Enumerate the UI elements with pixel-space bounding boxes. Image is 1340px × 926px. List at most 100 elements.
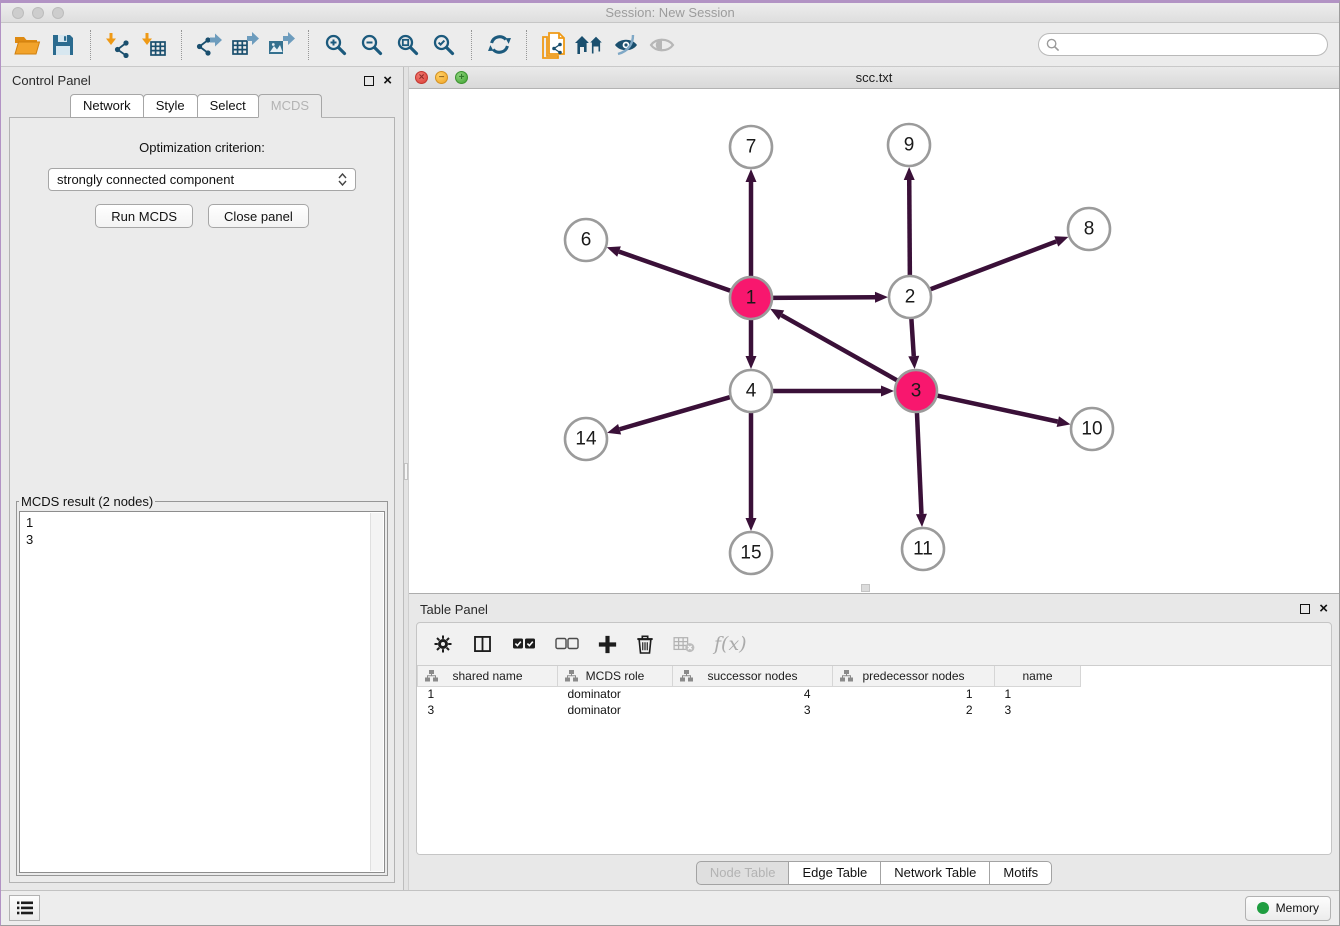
graph-edge-2-9[interactable] bbox=[909, 180, 910, 279]
open-session-button[interactable] bbox=[9, 29, 45, 61]
network-canvas[interactable]: 7968124314101511 bbox=[409, 89, 1339, 593]
column-header-successor-nodes[interactable]: successor nodes bbox=[673, 666, 833, 686]
graph-edge-1-6[interactable] bbox=[619, 252, 734, 292]
graph-edge-4-14[interactable] bbox=[620, 396, 734, 429]
status-bar: Memory bbox=[1, 890, 1339, 925]
tab-select[interactable]: Select bbox=[197, 94, 259, 118]
result-scrollbar[interactable] bbox=[370, 513, 383, 871]
float-panel-button[interactable] bbox=[364, 76, 374, 86]
zoom-in-button[interactable] bbox=[318, 29, 354, 61]
zoom-fit-button[interactable] bbox=[390, 29, 426, 61]
settings-gear-icon[interactable] bbox=[433, 634, 453, 654]
tab-network[interactable]: Network bbox=[70, 94, 144, 118]
run-mcds-button[interactable]: Run MCDS bbox=[95, 204, 193, 228]
first-neighbors-button[interactable] bbox=[572, 29, 608, 61]
tab-style[interactable]: Style bbox=[143, 94, 198, 118]
table-cell[interactable]: 4 bbox=[673, 686, 833, 702]
graph-edge-1-2[interactable] bbox=[769, 297, 875, 298]
graph-edge-arrow bbox=[607, 246, 621, 256]
save-session-button[interactable] bbox=[45, 29, 81, 61]
memory-button[interactable]: Memory bbox=[1245, 896, 1331, 921]
new-network-from-selection-button[interactable] bbox=[536, 29, 572, 61]
float-table-panel-button[interactable] bbox=[1300, 604, 1310, 614]
graph-edge-2-3[interactable] bbox=[911, 315, 914, 356]
tab-mcds[interactable]: MCDS bbox=[258, 94, 322, 118]
control-panel-header: Control Panel × bbox=[1, 67, 403, 94]
tab-node-table[interactable]: Node Table bbox=[696, 861, 790, 885]
tab-motifs[interactable]: Motifs bbox=[989, 861, 1052, 885]
graph-node-label-3: 3 bbox=[911, 381, 922, 402]
mcds-panel: Optimization criterion: strongly connect… bbox=[9, 117, 395, 883]
control-panel-tabs: Network Style Select MCDS bbox=[1, 94, 403, 118]
delete-table-icon[interactable] bbox=[673, 635, 695, 653]
graph-edge-arrow bbox=[904, 167, 915, 180]
export-image-button[interactable] bbox=[263, 29, 299, 61]
close-table-panel-button[interactable]: × bbox=[1319, 604, 1328, 614]
column-header-shared-name[interactable]: shared name bbox=[418, 666, 558, 686]
show-all-button[interactable] bbox=[644, 29, 680, 61]
split-columns-icon[interactable] bbox=[472, 634, 493, 654]
unselect-all-columns-icon[interactable] bbox=[555, 637, 579, 651]
import-table-button[interactable] bbox=[136, 29, 172, 61]
graph-edge-arrow bbox=[908, 356, 919, 369]
table-cell[interactable]: dominator bbox=[558, 686, 673, 702]
export-table-button[interactable] bbox=[227, 29, 263, 61]
add-column-icon[interactable] bbox=[598, 635, 617, 654]
graph-edge-arrow bbox=[746, 356, 757, 369]
task-history-button[interactable] bbox=[9, 895, 40, 921]
list-icon bbox=[16, 900, 34, 916]
apply-layout-button[interactable] bbox=[481, 29, 517, 61]
table-cell[interactable]: 2 bbox=[833, 702, 995, 718]
search-input[interactable] bbox=[1060, 37, 1320, 53]
control-panel-title: Control Panel bbox=[12, 73, 91, 88]
tab-network-table[interactable]: Network Table bbox=[880, 861, 990, 885]
main-area: Control Panel × Network Style Select MCD… bbox=[1, 67, 1339, 890]
delete-columns-trash-icon[interactable] bbox=[636, 634, 654, 654]
column-header-predecessor-nodes[interactable]: predecessor nodes bbox=[833, 666, 995, 686]
column-header-name[interactable]: name bbox=[995, 666, 1081, 686]
graph-edge-2-8[interactable] bbox=[927, 241, 1056, 290]
graph-edge-arrow bbox=[746, 169, 757, 182]
table-cell[interactable]: dominator bbox=[558, 702, 673, 718]
graph-edge-arrow bbox=[746, 518, 757, 531]
zoom-out-button[interactable] bbox=[354, 29, 390, 61]
table-header-row: shared nameMCDS rolesuccessor nodesprede… bbox=[418, 666, 1081, 686]
splitter-grip[interactable] bbox=[404, 463, 408, 480]
graph-edge-arrow bbox=[916, 514, 927, 527]
function-builder-icon[interactable]: f(x) bbox=[714, 633, 747, 655]
graph-node-label-10: 10 bbox=[1081, 419, 1102, 440]
table-row[interactable]: 3dominator323 bbox=[418, 702, 1081, 718]
graph-edge-3-1[interactable] bbox=[781, 315, 900, 382]
node-table-area: shared nameMCDS rolesuccessor nodesprede… bbox=[417, 665, 1331, 854]
toolbar-separator bbox=[308, 30, 309, 60]
table-cell[interactable]: 3 bbox=[673, 702, 833, 718]
table-cell[interactable]: 1 bbox=[833, 686, 995, 702]
select-all-columns-icon[interactable] bbox=[512, 637, 536, 651]
close-panel-button-inner[interactable]: Close panel bbox=[208, 204, 309, 228]
table-row[interactable]: 1dominator411 bbox=[418, 686, 1081, 702]
graph-edge-arrow bbox=[875, 292, 888, 303]
select-spinner-icon bbox=[338, 173, 347, 186]
table-cell[interactable]: 3 bbox=[418, 702, 558, 718]
import-network-button[interactable] bbox=[100, 29, 136, 61]
network-graph[interactable]: 7968124314101511 bbox=[409, 89, 1339, 593]
table-cell[interactable]: 1 bbox=[995, 686, 1081, 702]
hide-selected-button[interactable] bbox=[608, 29, 644, 61]
memory-label: Memory bbox=[1276, 901, 1319, 915]
optimization-criterion-label: Optimization criterion: bbox=[10, 140, 394, 155]
export-network-button[interactable] bbox=[191, 29, 227, 61]
criterion-select[interactable]: strongly connected component bbox=[48, 168, 356, 191]
zoom-selected-button[interactable] bbox=[426, 29, 462, 61]
result-line: 3 bbox=[26, 531, 366, 548]
table-cell[interactable]: 1 bbox=[418, 686, 558, 702]
graph-edge-3-10[interactable] bbox=[934, 395, 1058, 422]
table-toolbar: f(x) bbox=[417, 623, 1331, 665]
criterion-value: strongly connected component bbox=[57, 172, 234, 187]
table-cell[interactable]: 3 bbox=[995, 702, 1081, 718]
column-header-MCDS-role[interactable]: MCDS role bbox=[558, 666, 673, 686]
close-panel-button[interactable]: × bbox=[383, 76, 392, 86]
canvas-splitter-grip[interactable] bbox=[861, 584, 870, 592]
toolbar-separator bbox=[90, 30, 91, 60]
tab-edge-table[interactable]: Edge Table bbox=[788, 861, 881, 885]
graph-edge-3-11[interactable] bbox=[917, 409, 922, 514]
